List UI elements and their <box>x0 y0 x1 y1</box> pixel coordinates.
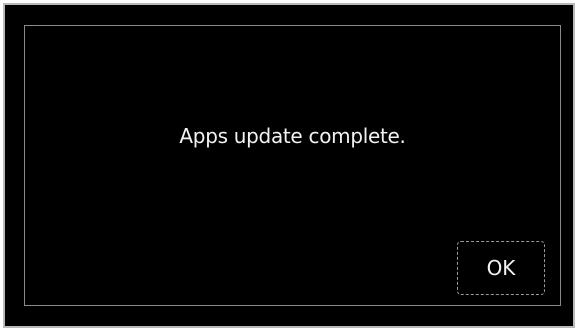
ok-button[interactable]: OK <box>457 241 545 295</box>
dialog-message: Apps update complete. <box>179 124 406 148</box>
device-screen-frame: Apps update complete. OK <box>3 3 575 328</box>
